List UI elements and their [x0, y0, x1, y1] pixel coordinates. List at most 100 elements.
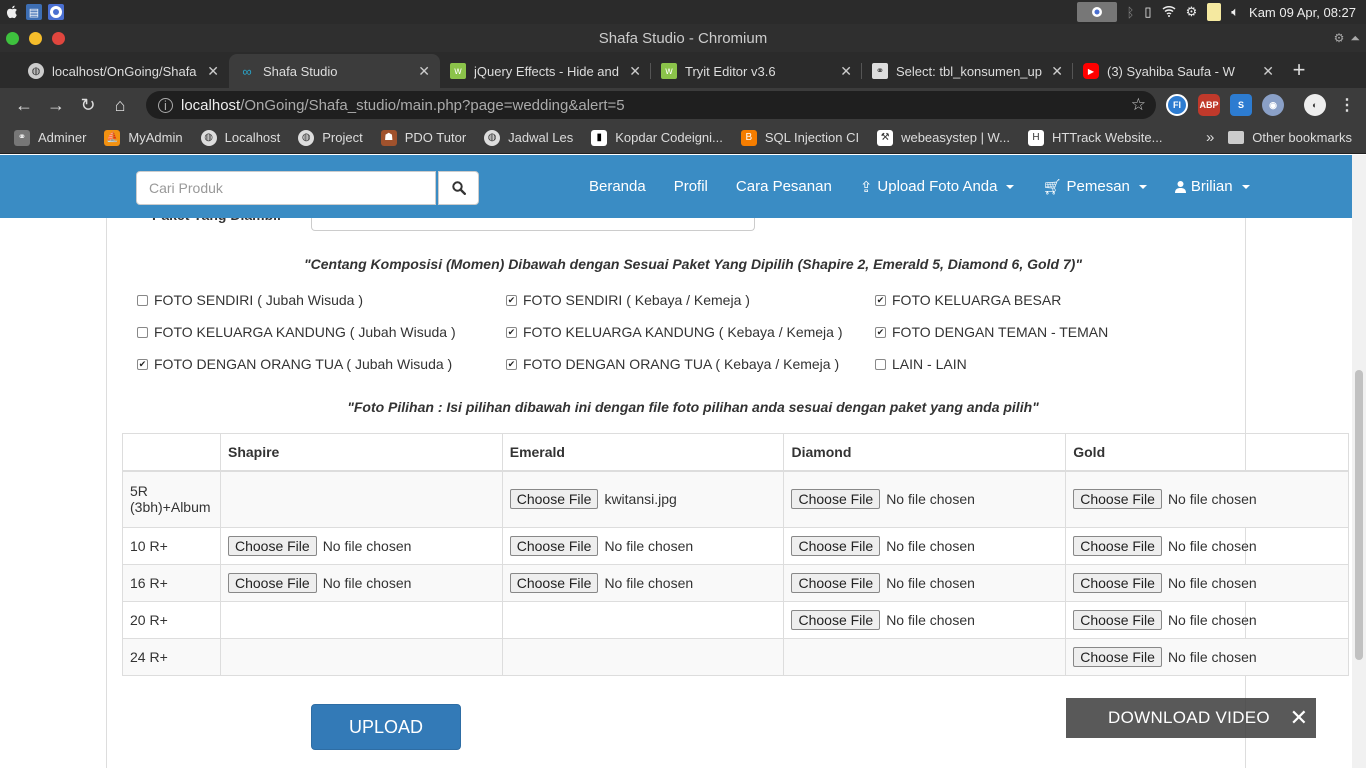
- wifi-icon[interactable]: [1162, 5, 1176, 20]
- choose-file-button[interactable]: Choose File: [1073, 573, 1162, 593]
- settings-icon[interactable]: ⚙: [1186, 4, 1198, 20]
- tab-close-icon[interactable]: ✕: [629, 63, 641, 80]
- new-tab-button[interactable]: +: [1284, 54, 1314, 88]
- address-bar[interactable]: i localhost/OnGoing/Shafa_studio/main.ph…: [146, 91, 1156, 119]
- bookmark-star-icon[interactable]: ☆: [1131, 95, 1146, 115]
- bluetooth-icon[interactable]: ᛒ: [1127, 5, 1135, 20]
- extension-s-icon[interactable]: S: [1230, 94, 1252, 116]
- checkbox-item[interactable]: ✔ FOTO KELUARGA BESAR: [875, 292, 1061, 308]
- tab-tryit-editor[interactable]: w Tryit Editor v3.6 ✕: [651, 54, 862, 88]
- choose-file-button[interactable]: Choose File: [1073, 610, 1162, 630]
- menu-cara-pesanan[interactable]: Cara Pesanan: [722, 178, 846, 195]
- menu-upload-foto[interactable]: ⇪ Upload Foto Anda: [846, 178, 1029, 196]
- bookmark-sql-injection[interactable]: B SQL Injection CI: [740, 129, 859, 146]
- bookmark-myadmin[interactable]: ⛵ MyAdmin: [104, 129, 183, 146]
- volume-icon[interactable]: 🔈︎: [1231, 4, 1239, 20]
- checkbox-item[interactable]: FOTO KELUARGA KANDUNG ( Jubah Wisuda ): [137, 324, 456, 340]
- other-bookmarks[interactable]: Other bookmarks: [1228, 130, 1352, 145]
- choose-file-button[interactable]: Choose File: [509, 573, 599, 593]
- checkbox[interactable]: ✔: [875, 294, 886, 306]
- window-close-button[interactable]: [52, 31, 65, 45]
- bookmark-jadwal-les[interactable]: ◍ Jadwal Les: [484, 129, 573, 146]
- home-icon[interactable]: ⌂: [104, 95, 136, 116]
- files-app-icon[interactable]: ▤: [26, 4, 42, 20]
- screen-app-icon[interactable]: [1076, 2, 1117, 22]
- bookmarks-overflow-icon[interactable]: »: [1206, 129, 1214, 146]
- window-shade-icon[interactable]: ⏶: [1350, 31, 1360, 46]
- bookmark-localhost[interactable]: ◍ Localhost: [200, 129, 280, 146]
- choose-file-button[interactable]: Choose File: [509, 536, 599, 556]
- adblock-icon[interactable]: ABP: [1198, 94, 1220, 116]
- choose-file-button[interactable]: Choose File: [1073, 489, 1162, 510]
- menu-beranda[interactable]: Beranda: [575, 178, 660, 195]
- choose-file-button[interactable]: Choose File: [791, 573, 881, 593]
- menu-profil[interactable]: Profil: [660, 178, 722, 195]
- choose-file-button[interactable]: Choose File: [1073, 536, 1162, 556]
- menu-pemesan[interactable]: 🛒︎ Pemesan: [1028, 178, 1160, 196]
- checkbox[interactable]: [875, 358, 886, 370]
- back-icon[interactable]: ←: [8, 95, 40, 116]
- browser-menu-icon[interactable]: ⋮: [1336, 94, 1358, 116]
- menu-user[interactable]: Brilian: [1161, 178, 1264, 195]
- window-maximize-button[interactable]: [6, 31, 19, 45]
- window-minimize-button[interactable]: [29, 31, 42, 45]
- download-video-label[interactable]: DOWNLOAD VIDEO: [1108, 708, 1270, 728]
- checkbox[interactable]: ✔: [506, 358, 517, 370]
- bookmark-pdo-tutor[interactable]: ☗ PDO Tutor: [380, 129, 466, 146]
- checkbox[interactable]: ✔: [506, 294, 517, 306]
- checkbox[interactable]: ✔: [875, 326, 886, 338]
- os-datetime[interactable]: Kam 09 Apr, 08:27: [1249, 5, 1356, 20]
- choose-file-button[interactable]: Choose File: [791, 610, 881, 630]
- tab-select-tbl[interactable]: ⚭ Select: tbl_konsumen_up ✕: [862, 54, 1073, 88]
- checkbox-item[interactable]: ✔ FOTO KELUARGA KANDUNG ( Kebaya / Kemeja…: [506, 324, 843, 340]
- reload-icon[interactable]: ↻: [72, 95, 104, 116]
- scrollbar-thumb[interactable]: [1355, 370, 1363, 660]
- tab-close-icon[interactable]: ✕: [418, 63, 430, 80]
- tab-close-icon[interactable]: ✕: [207, 63, 219, 80]
- window-settings-icon[interactable]: ⚙: [1334, 31, 1345, 46]
- choose-file-button[interactable]: Choose File: [509, 489, 599, 510]
- search-button[interactable]: [438, 171, 479, 205]
- checkbox-item[interactable]: ✔ FOTO DENGAN ORANG TUA ( Jubah Wisuda ): [137, 356, 452, 372]
- tab-close-icon[interactable]: ✕: [1051, 63, 1063, 80]
- tab-localhost[interactable]: ◍ localhost/OnGoing/Shafa ✕: [18, 54, 229, 88]
- bookmark-adminer[interactable]: ⚭ Adminer: [14, 129, 86, 146]
- checkbox-item[interactable]: ✔ FOTO DENGAN ORANG TUA ( Kebaya / Kemeja…: [506, 356, 839, 372]
- choose-file-button[interactable]: Choose File: [791, 536, 881, 556]
- forward-icon[interactable]: →: [40, 95, 72, 116]
- chromium-app-icon[interactable]: [48, 4, 64, 20]
- checkbox-item[interactable]: ✔ FOTO DENGAN TEMAN - TEMAN: [875, 324, 1108, 340]
- checkbox[interactable]: ✔: [506, 326, 517, 338]
- page-scrollbar[interactable]: [1352, 155, 1366, 768]
- tab-jquery-effects[interactable]: w jQuery Effects - Hide and ✕: [440, 54, 651, 88]
- choose-file-button[interactable]: Choose File: [227, 536, 317, 556]
- close-icon[interactable]: ✕: [1290, 705, 1308, 731]
- checkbox-item[interactable]: LAIN - LAIN: [875, 356, 967, 372]
- tab-shafa-studio[interactable]: ∞ Shafa Studio ✕: [229, 54, 440, 88]
- choose-file-button[interactable]: Choose File: [227, 573, 317, 593]
- bookmark-httrack[interactable]: H HTTrack Website...: [1027, 129, 1162, 146]
- choose-file-button[interactable]: Choose File: [791, 489, 881, 510]
- info-icon[interactable]: i: [158, 97, 173, 113]
- download-video-popup[interactable]: DOWNLOAD VIDEO ✕: [1066, 698, 1316, 738]
- checkbox[interactable]: [137, 294, 148, 306]
- tab-close-icon[interactable]: ✕: [840, 63, 852, 80]
- bookmark-kopdar[interactable]: ▮ Kopdar Codeigni...: [591, 129, 723, 146]
- checkbox-item[interactable]: ✔ FOTO SENDIRI ( Kebaya / Kemeja ): [506, 292, 750, 308]
- tab-close-icon[interactable]: ✕: [1262, 63, 1274, 80]
- checkbox[interactable]: [137, 326, 148, 338]
- checkbox-item[interactable]: FOTO SENDIRI ( Jubah Wisuda ): [137, 292, 363, 308]
- bookmark-project[interactable]: ◍ Project: [298, 129, 363, 146]
- extension-fi-icon[interactable]: FI: [1166, 94, 1188, 116]
- checkbox[interactable]: ✔: [137, 358, 148, 370]
- clipboard-icon[interactable]: ▯: [1144, 4, 1151, 20]
- extension-circle-icon[interactable]: ◉: [1262, 94, 1284, 116]
- notes-icon[interactable]: [1207, 3, 1222, 21]
- bookmark-webeasystep[interactable]: ⚒ webeasystep | W...: [877, 129, 1010, 146]
- tab-youtube[interactable]: ▶ (3) Syahiba Saufa - W ✕: [1073, 54, 1284, 88]
- profile-avatar-icon[interactable]: ◐: [1304, 94, 1326, 116]
- apple-menu-icon[interactable]: [4, 4, 20, 20]
- search-input[interactable]: [136, 171, 436, 205]
- upload-button[interactable]: UPLOAD: [311, 704, 461, 750]
- choose-file-button[interactable]: Choose File: [1073, 647, 1162, 667]
